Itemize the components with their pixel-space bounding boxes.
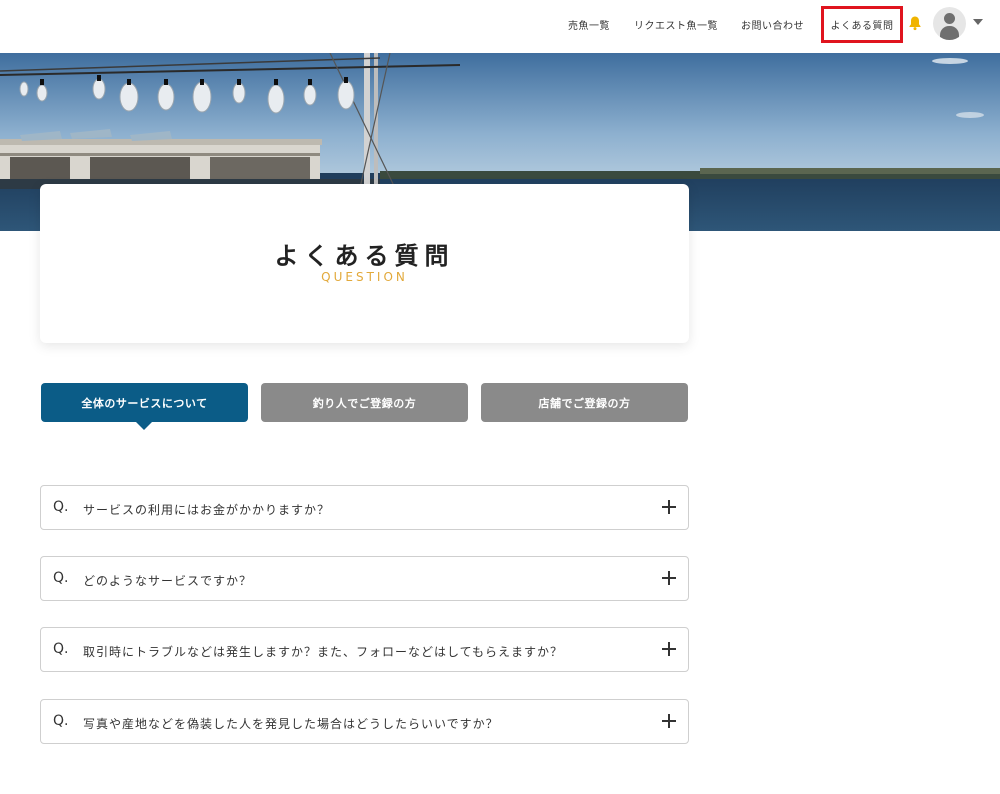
avatar-head [944,13,955,24]
nav-contact[interactable]: お問い合わせ [741,17,804,32]
avatar-body [940,26,959,40]
faq-question: 写真や産地などを偽装した人を発見した場合はどうしたらいいですか？ [83,717,499,731]
active-tab-indicator [135,421,153,430]
page-title: よくある質問 [274,242,455,270]
faq-prefix: Q. [53,570,69,586]
faq-question: どのようなサービスですか？ [83,574,253,588]
page-subtitle: QUESTION [321,270,408,284]
tab-general-service[interactable]: 全体のサービスについて [41,383,248,422]
plus-icon[interactable] [662,500,676,514]
plus-icon[interactable] [662,571,676,585]
faq-prefix: Q. [53,499,69,515]
bell-icon[interactable] [907,15,923,31]
plus-icon[interactable] [662,714,676,728]
nav-faq-label: よくある質問 [830,21,894,32]
site-header: 売魚一覧 リクエスト魚一覧 お問い合わせ よくある質問 [0,0,1000,53]
nav-fish-for-sale[interactable]: 売魚一覧 [568,17,610,32]
faq-item[interactable]: Q. 写真や産地などを偽装した人を発見した場合はどうしたらいいですか？ [40,699,689,744]
nav-faq[interactable]: よくある質問 [821,6,903,43]
page-title-card: よくある質問 QUESTION [40,184,689,343]
user-avatar[interactable] [933,7,966,40]
faq-item[interactable]: Q. どのようなサービスですか？ [40,556,689,601]
chevron-down-icon[interactable] [973,19,983,25]
faq-item[interactable]: Q. サービスの利用にはお金がかかりますか？ [40,485,689,530]
faq-prefix: Q. [53,713,69,729]
faq-question: サービスの利用にはお金がかかりますか？ [83,503,331,517]
tab-angler-registration[interactable]: 釣り人でご登録の方 [261,383,468,422]
faq-item[interactable]: Q. 取引時にトラブルなどは発生しますか？また、フォローなどはしてもらえますか？ [40,627,689,672]
faq-prefix: Q. [53,641,69,657]
tab-store-registration[interactable]: 店舗でご登録の方 [481,383,688,422]
faq-question: 取引時にトラブルなどは発生しますか？また、フォローなどはしてもらえますか？ [83,645,564,659]
nav-requested-fish[interactable]: リクエスト魚一覧 [634,17,718,32]
plus-icon[interactable] [662,642,676,656]
